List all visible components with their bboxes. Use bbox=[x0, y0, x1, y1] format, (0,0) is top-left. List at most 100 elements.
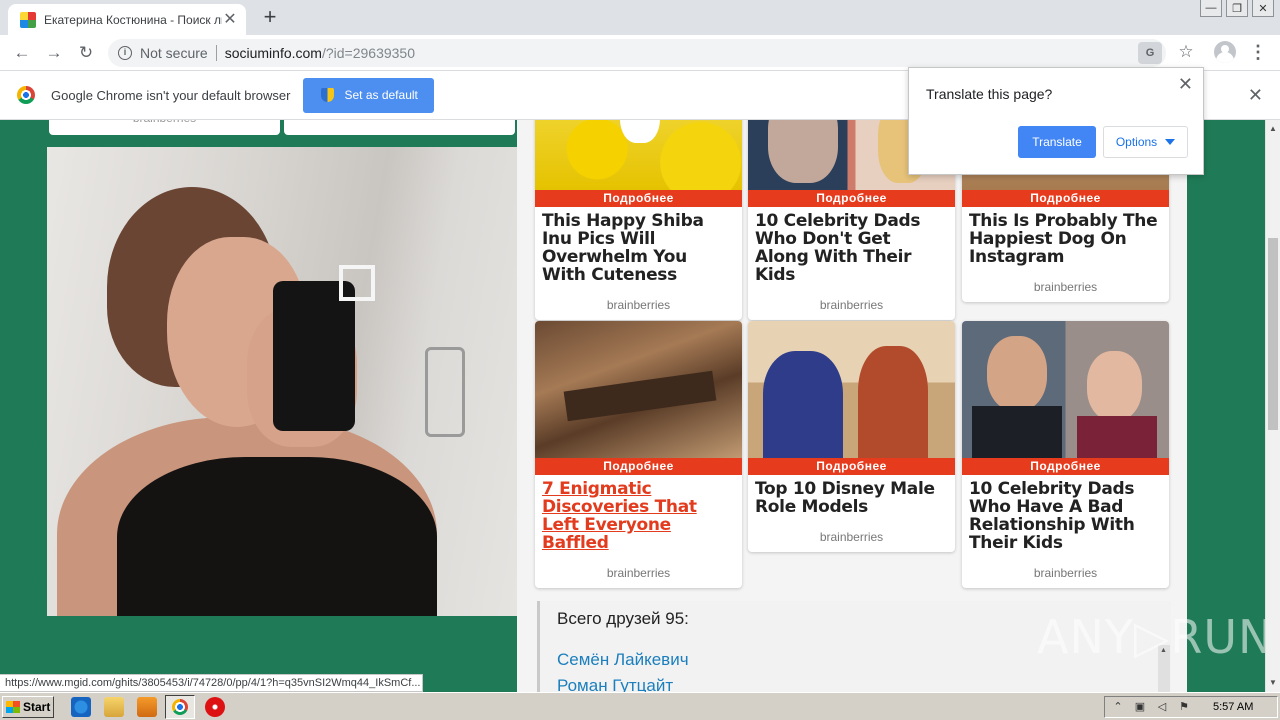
infobar-message: Google Chrome isn't your default browser bbox=[51, 87, 291, 103]
card-ribbon[interactable]: Подробнее bbox=[535, 458, 742, 475]
ad-card[interactable]: Подробнее This Happy Shiba Inu Pics Will… bbox=[535, 120, 742, 320]
set-as-default-button[interactable]: Set as default bbox=[303, 77, 434, 113]
card-image-genie bbox=[763, 351, 843, 458]
internet-explorer-icon[interactable] bbox=[71, 697, 91, 717]
taskbar-chrome-button[interactable] bbox=[165, 695, 195, 719]
taskbar-clock[interactable]: 5:57 AM bbox=[1213, 701, 1253, 713]
card-image-wood bbox=[563, 370, 717, 422]
card-image[interactable] bbox=[962, 321, 1169, 458]
status-bar-url: https://www.mgid.com/ghits/3805453/i/747… bbox=[0, 674, 423, 692]
card-image-person bbox=[768, 120, 838, 183]
security-label: Not secure bbox=[140, 45, 208, 61]
friend-link[interactable]: Роман Гутцайт bbox=[557, 676, 1171, 692]
partial-card-source[interactable]: brainberries bbox=[49, 120, 280, 135]
network-icon[interactable]: ▣ bbox=[1133, 700, 1147, 714]
start-button[interactable]: Start bbox=[2, 696, 54, 718]
security-app-icon[interactable] bbox=[205, 697, 225, 717]
site-favicon-icon bbox=[20, 11, 36, 28]
card-image-dad-face bbox=[987, 336, 1047, 411]
scrollbar-thumb[interactable] bbox=[1268, 238, 1278, 430]
scroll-up-icon[interactable]: ▲ bbox=[1269, 124, 1277, 133]
site-info-icon[interactable]: i bbox=[118, 46, 132, 60]
card-source: brainberries bbox=[819, 298, 884, 312]
action-center-flag-icon[interactable]: ⚑ bbox=[1177, 700, 1191, 714]
page-content: brainberries Подробнее This Happy Shiba … bbox=[0, 120, 1265, 692]
translate-question: Translate this page? bbox=[926, 86, 1053, 102]
back-button[interactable]: ← bbox=[10, 41, 34, 65]
chrome-menu-icon[interactable]: ⋮ bbox=[1248, 40, 1268, 64]
photo-phone bbox=[273, 281, 355, 431]
card-image-dad-suit bbox=[972, 406, 1062, 458]
translate-close-icon[interactable]: ✕ bbox=[1178, 74, 1193, 95]
start-label: Start bbox=[23, 700, 51, 714]
tab-strip: Екатерина Костюнина - Поиск лю... ✕ + — … bbox=[0, 0, 1280, 35]
translate-options-button[interactable]: Options bbox=[1103, 126, 1188, 158]
photo-towel-rack bbox=[425, 347, 465, 437]
translate-icon[interactable]: G bbox=[1138, 42, 1162, 64]
card-headline[interactable]: This Is Probably The Happiest Dog On Ins… bbox=[962, 207, 1169, 266]
card-source: brainberries bbox=[606, 298, 671, 312]
infobar-close-icon[interactable]: ✕ bbox=[1248, 85, 1263, 106]
card-ribbon[interactable]: Подробнее bbox=[962, 190, 1169, 207]
url-host: sociuminfo.com bbox=[224, 45, 322, 61]
tray-expand-icon[interactable]: ⌃ bbox=[1111, 700, 1125, 714]
card-ribbon[interactable]: Подробнее bbox=[748, 458, 955, 475]
card-headline[interactable]: 10 Celebrity Dads Who Have A Bad Relatio… bbox=[962, 475, 1169, 552]
new-tab-button[interactable]: + bbox=[258, 6, 282, 30]
url-path: /?id=29639350 bbox=[321, 45, 416, 61]
card-image[interactable] bbox=[535, 321, 742, 458]
windows-logo-icon bbox=[6, 701, 20, 713]
photo-dress bbox=[117, 457, 437, 616]
card-image-child-coat bbox=[1077, 416, 1157, 458]
card-image-dog bbox=[620, 120, 660, 143]
minimize-button[interactable]: — bbox=[1200, 0, 1222, 17]
browser-tab[interactable]: Екатерина Костюнина - Поиск лю... ✕ bbox=[8, 4, 246, 35]
card-image-child-face bbox=[1087, 351, 1142, 421]
card-ribbon[interactable]: Подробнее bbox=[535, 190, 742, 207]
partial-card[interactable] bbox=[284, 120, 515, 135]
address-bar[interactable]: i Not secure sociuminfo.com /?id=2963935… bbox=[108, 39, 1166, 67]
card-source: brainberries bbox=[819, 530, 884, 544]
translate-button[interactable]: Translate bbox=[1018, 126, 1096, 158]
card-headline[interactable]: 10 Celebrity Dads Who Don't Get Along Wi… bbox=[748, 207, 955, 284]
card-image[interactable] bbox=[748, 321, 955, 458]
ad-card[interactable]: Подробнее 7 Enigmatic Discoveries That L… bbox=[535, 321, 742, 588]
omnibox-divider bbox=[215, 45, 217, 61]
anyrun-watermark: ANY▷RUN bbox=[1037, 610, 1274, 664]
media-player-icon[interactable] bbox=[137, 697, 157, 717]
photo-wall-frame bbox=[339, 265, 375, 301]
chrome-logo-icon bbox=[17, 86, 35, 104]
window-close-button[interactable]: ✕ bbox=[1252, 0, 1274, 17]
browser-toolbar: ← → ↻ i Not secure sociuminfo.com /?id=2… bbox=[0, 35, 1280, 71]
restore-button[interactable]: ❐ bbox=[1226, 0, 1248, 17]
ad-card[interactable]: Подробнее Top 10 Disney Male Role Models… bbox=[748, 321, 955, 552]
card-source: brainberries bbox=[1033, 280, 1098, 294]
tab-close-icon[interactable]: ✕ bbox=[222, 11, 238, 28]
forward-button[interactable]: → bbox=[42, 41, 66, 65]
file-explorer-icon[interactable] bbox=[104, 697, 124, 717]
chevron-down-icon bbox=[1165, 139, 1176, 145]
scroll-down-icon[interactable]: ▼ bbox=[1269, 678, 1277, 687]
tab-title: Екатерина Костюнина - Поиск лю... bbox=[44, 12, 222, 27]
reload-button[interactable]: ↻ bbox=[74, 41, 98, 65]
card-headline[interactable]: Top 10 Disney Male Role Models bbox=[748, 475, 955, 516]
chrome-taskbar-icon bbox=[172, 699, 188, 715]
bookmark-star-icon[interactable]: ☆ bbox=[1174, 40, 1198, 64]
card-image[interactable] bbox=[535, 120, 742, 190]
profile-avatar-icon[interactable] bbox=[1214, 41, 1236, 63]
profile-photo bbox=[47, 147, 517, 616]
page-scrollbar[interactable]: ▲ ▼ bbox=[1265, 120, 1280, 692]
card-ribbon[interactable]: Подробнее bbox=[962, 458, 1169, 475]
windows-taskbar: Start ⌃ ▣ ◁ ⚑ 5:57 AM bbox=[0, 692, 1280, 720]
system-tray: ⌃ ▣ ◁ ⚑ 5:57 AM bbox=[1104, 696, 1278, 718]
card-headline[interactable]: This Happy Shiba Inu Pics Will Overwhelm… bbox=[535, 207, 742, 284]
card-headline-link[interactable]: 7 Enigmatic Discoveries That Left Everyo… bbox=[535, 475, 742, 552]
ad-card[interactable]: Подробнее 10 Celebrity Dads Who Have A B… bbox=[962, 321, 1169, 588]
card-image-aladdin bbox=[858, 346, 928, 458]
window-controls: — ❐ ✕ bbox=[1200, 0, 1274, 17]
volume-icon[interactable]: ◁ bbox=[1155, 700, 1169, 714]
card-source: brainberries bbox=[1033, 566, 1098, 580]
card-ribbon[interactable]: Подробнее bbox=[748, 190, 955, 207]
translate-popup: Translate this page? ✕ Translate Options bbox=[908, 67, 1204, 175]
translate-options-label: Options bbox=[1115, 135, 1158, 149]
